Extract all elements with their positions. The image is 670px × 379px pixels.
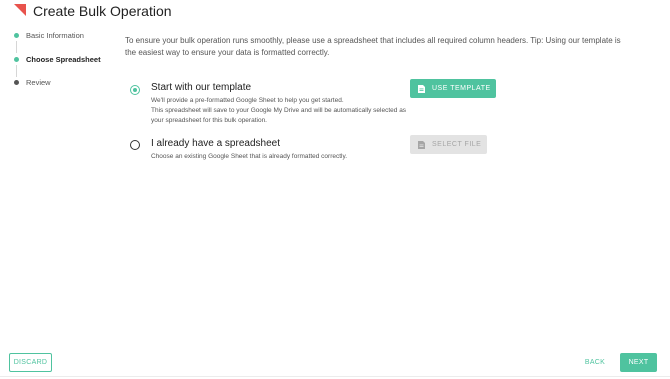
footer-divider (0, 376, 670, 377)
step-label: Basic Information (26, 30, 84, 40)
red-triangle-logo-icon (14, 4, 26, 16)
next-button[interactable]: NEXT (620, 353, 657, 372)
option-title: Start with our template (151, 82, 252, 93)
page-title: Create Bulk Operation (33, 3, 172, 19)
option-description-line: This spreadsheet will save to your Googl… (151, 107, 407, 124)
option-description-line: Choose an existing Google Sheet that is … (151, 153, 348, 160)
existing-spreadsheet-radio[interactable] (130, 140, 140, 150)
step-status-dot (14, 56, 19, 62)
document-icon (418, 84, 425, 93)
option-title: I already have a spreadsheet (151, 138, 280, 149)
discard-button[interactable]: DISCARD (9, 353, 52, 372)
use-template-label: USE TEMPLATE (432, 85, 491, 92)
option-description: We'll provide a pre-formatted Google She… (151, 96, 411, 126)
step-basic-information[interactable]: Basic Information (14, 29, 84, 41)
template-radio[interactable] (130, 85, 140, 95)
document-icon (418, 140, 425, 149)
use-template-button[interactable]: USE TEMPLATE (410, 79, 496, 98)
intro-text: To ensure your bulk operation runs smoot… (125, 36, 621, 57)
select-file-button[interactable]: SELECT FILE (410, 135, 487, 154)
step-connector (16, 41, 17, 53)
header: Create Bulk Operation (0, 0, 670, 24)
back-button[interactable]: BACK (580, 353, 610, 372)
step-status-dot (14, 79, 19, 85)
step-review[interactable]: Review (14, 76, 51, 88)
step-choose-spreadsheet[interactable]: Choose Spreadsheet (14, 53, 101, 65)
option-description-line: We'll provide a pre-formatted Google She… (151, 97, 344, 104)
step-status-dot (14, 32, 19, 38)
select-file-label: SELECT FILE (432, 141, 482, 148)
step-label: Review (26, 77, 51, 87)
option-description: Choose an existing Google Sheet that is … (151, 152, 411, 162)
step-label: Choose Spreadsheet (26, 54, 101, 64)
